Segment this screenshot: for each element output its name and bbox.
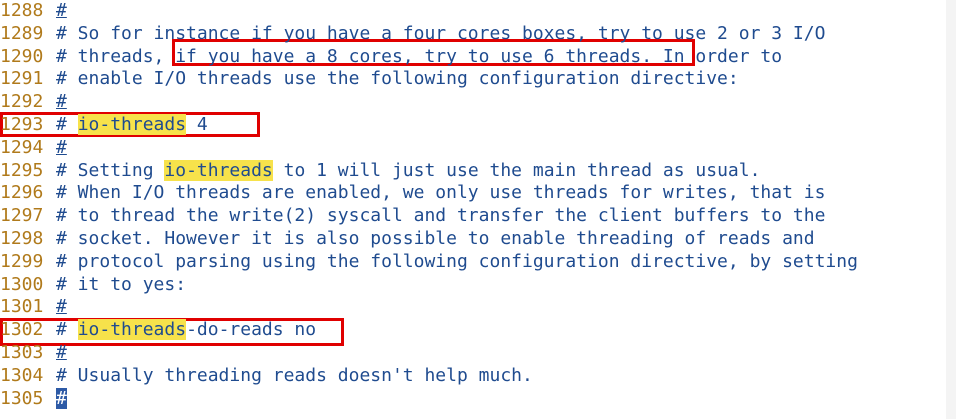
comment-marker: #	[56, 91, 67, 113]
comment-marker: #	[56, 342, 67, 363]
line-number: 1291	[0, 68, 44, 90]
editor-line-1300[interactable]: 1300 # it to yes:	[0, 274, 186, 297]
line-number: 1298	[0, 228, 44, 249]
comment-marker: #	[56, 319, 67, 341]
comment-marker: #	[56, 114, 67, 135]
comment-text: threads, if you have a 8 cores, try to u…	[66, 45, 783, 67]
search-match-highlight: io-threads	[164, 159, 273, 181]
comment-marker: #	[56, 182, 67, 204]
comment-marker: #	[56, 273, 67, 295]
line-number: 1304	[0, 364, 44, 386]
comment-text: it to yes:	[66, 273, 187, 295]
editor-scroll-area[interactable]	[946, 0, 956, 419]
comment-marker: #	[56, 0, 67, 21]
editor-line-1295[interactable]: 1295 # Setting io-threads to 1 will just …	[0, 159, 761, 183]
comment-text: -do-reads no	[186, 319, 317, 341]
line-number: 1290	[0, 45, 44, 67]
line-number: 1301	[0, 296, 44, 318]
search-match-highlight: io-threads	[77, 319, 187, 341]
text-cursor: #	[56, 387, 67, 409]
line-number: 1303	[0, 342, 44, 363]
editor-line-1304[interactable]: 1304 # Usually threading reads doesn't he…	[0, 365, 533, 388]
editor-line-1292[interactable]: 1292 #	[0, 91, 67, 114]
editor-line-1299[interactable]: 1299 # protocol parsing using the followi…	[0, 251, 858, 274]
editor-line-1294[interactable]: 1294 #	[0, 137, 67, 160]
editor-line-1297[interactable]: 1297 # to thread the write(2) syscall and…	[0, 205, 825, 228]
comment-marker: #	[56, 205, 67, 227]
line-number: 1292	[0, 91, 44, 113]
line-number: 1289	[0, 22, 44, 44]
comment-text: Setting	[66, 159, 165, 181]
search-match-highlight: io-threads	[77, 114, 187, 135]
comment-marker: #	[56, 159, 67, 181]
comment-text: to 1 will just use the main thread as us…	[272, 159, 761, 181]
line-number: 1305	[0, 387, 44, 409]
line-number: 1295	[0, 159, 44, 181]
comment-text: to thread the write(2) syscall and trans…	[66, 205, 826, 227]
editor-line-1296[interactable]: 1296 # When I/O threads are enabled, we o…	[0, 182, 825, 205]
comment-marker: #	[56, 364, 67, 386]
comment-marker: #	[56, 296, 67, 318]
editor-line-1305[interactable]: 1305 #	[0, 387, 67, 411]
comment-text: protocol parsing using the following con…	[66, 250, 858, 272]
editor-line-1290[interactable]: 1290 # threads, if you have a 8 cores, tr…	[0, 46, 782, 69]
comment-marker: #	[56, 136, 67, 158]
comment-marker: #	[56, 228, 67, 249]
comment-marker: #	[56, 68, 67, 90]
editor-line-1298[interactable]: 1298 # socket. However it is also possibl…	[0, 228, 815, 251]
comment-text	[67, 319, 78, 340]
comment-text: So for instance if you have a four cores…	[66, 22, 826, 44]
text-editor[interactable]: 1288 #1289 # So for instance if you have a…	[0, 0, 956, 419]
comment-marker: #	[56, 22, 67, 44]
line-number: 1299	[0, 250, 44, 272]
line-number: 1297	[0, 205, 44, 227]
line-number: 1288	[0, 0, 44, 21]
comment-text: When I/O threads are enabled, we only us…	[66, 182, 826, 204]
comment-text	[67, 114, 78, 135]
comment-marker: #	[56, 45, 67, 67]
line-number: 1300	[0, 273, 44, 295]
line-number: 1296	[0, 182, 44, 204]
editor-line-1293[interactable]: 1293 # io-threads 4	[0, 114, 208, 137]
line-number: 1293	[0, 114, 44, 135]
editor-line-1291[interactable]: 1291 # enable I/O threads use the followi…	[0, 68, 739, 91]
editor-line-1303[interactable]: 1303 #	[0, 342, 67, 365]
editor-line-1289[interactable]: 1289 # So for instance if you have a four…	[0, 23, 825, 46]
editor-line-1301[interactable]: 1301 #	[0, 296, 67, 319]
comment-text: socket. However it is also possible to e…	[66, 228, 815, 249]
editor-line-1302[interactable]: 1302 # io-threads-do-reads no	[0, 319, 316, 342]
comment-text: Usually threading reads doesn't help muc…	[66, 364, 533, 386]
editor-line-1288[interactable]: 1288 #	[0, 0, 67, 23]
line-number: 1294	[0, 136, 44, 158]
comment-text: enable I/O threads use the following con…	[66, 68, 739, 90]
comment-text: 4	[186, 114, 208, 135]
line-number: 1302	[0, 319, 44, 341]
comment-marker: #	[56, 250, 67, 272]
